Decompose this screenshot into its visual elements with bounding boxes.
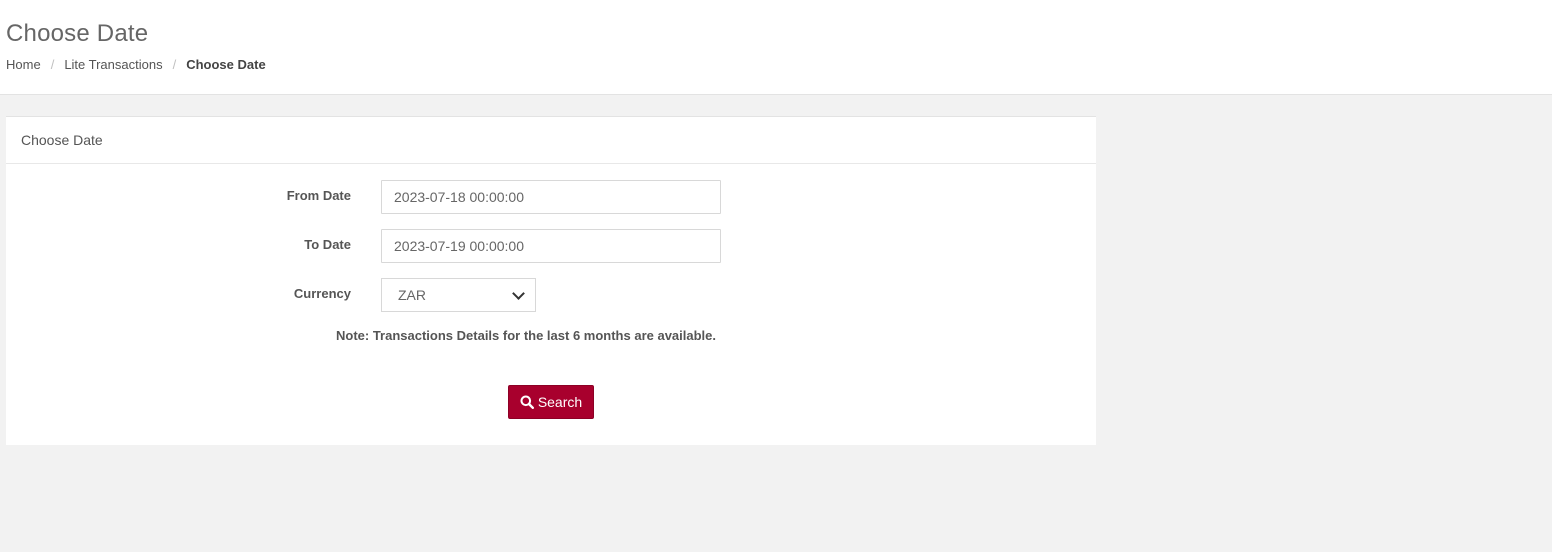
breadcrumb-separator: /	[50, 57, 55, 72]
search-icon	[520, 395, 534, 409]
breadcrumb: Home / Lite Transactions / Choose Date	[6, 57, 266, 73]
chevron-down-icon	[512, 286, 525, 300]
choose-date-panel: Choose Date From Date To Date Currency Z…	[6, 116, 1096, 445]
breadcrumb-current: Choose Date	[186, 57, 266, 72]
note-text: Note: Transactions Details for the last …	[336, 328, 717, 343]
search-button-label: Search	[537, 394, 583, 410]
breadcrumb-lite-transactions-link[interactable]: Lite Transactions	[64, 57, 162, 73]
to-date-label: To Date	[304, 237, 351, 252]
currency-select[interactable]: ZAR	[381, 278, 536, 312]
breadcrumb-home-link[interactable]: Home	[6, 57, 41, 73]
search-button[interactable]: Search	[508, 385, 594, 419]
page-header: Choose Date Home / Lite Transactions / C…	[0, 0, 1552, 95]
currency-label: Currency	[293, 286, 351, 301]
to-date-input[interactable]	[381, 229, 721, 263]
page-title: Choose Date	[6, 20, 149, 47]
from-date-label: From Date	[286, 188, 351, 203]
breadcrumb-separator: /	[172, 57, 177, 72]
panel-title: Choose Date	[6, 117, 1096, 164]
from-date-input[interactable]	[381, 180, 721, 214]
currency-selected-value: ZAR	[398, 287, 426, 303]
